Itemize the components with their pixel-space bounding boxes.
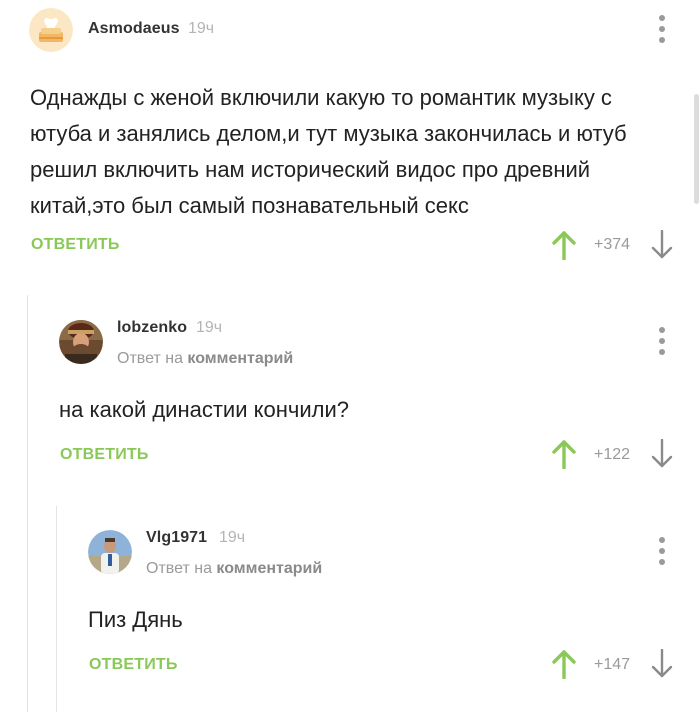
username[interactable]: Asmodaeus: [88, 20, 180, 38]
rating: +374: [593, 236, 631, 253]
reply-to-link[interactable]: комментарий: [216, 560, 322, 577]
more-options-icon[interactable]: [652, 536, 672, 566]
username[interactable]: lobzenko: [117, 319, 187, 337]
vote-down-arrow-icon[interactable]: [650, 230, 674, 260]
avatar[interactable]: [88, 530, 132, 574]
vote-up-arrow-icon[interactable]: [552, 649, 576, 679]
comment-text: Пиз Дянь: [88, 607, 183, 632]
comment-time: 19ч: [188, 20, 215, 37]
scrollbar[interactable]: [694, 94, 699, 204]
more-options-icon[interactable]: [652, 326, 672, 356]
comment-time: 19ч: [219, 529, 246, 546]
portrait-avatar-icon: [59, 320, 103, 364]
reply-to-prefix: Ответ на: [146, 560, 212, 577]
photo-avatar-icon: [88, 530, 132, 574]
vote-down-arrow-icon[interactable]: [650, 649, 674, 679]
username[interactable]: Vlg1971: [146, 529, 207, 547]
thread-line-level-1: [27, 295, 28, 712]
vote-down-arrow-icon[interactable]: [650, 439, 674, 469]
reply-to-link[interactable]: комментарий: [187, 350, 293, 367]
more-options-icon[interactable]: [652, 14, 672, 44]
rating: +147: [593, 656, 631, 673]
thread-line-level-2: [56, 506, 57, 712]
rating: +122: [593, 446, 631, 463]
avatar[interactable]: [59, 320, 103, 364]
comment-time: 19ч: [196, 319, 223, 336]
comments-page: Asmodaeus 19ч Однажды с женой включили к…: [0, 0, 700, 712]
reply-to-info: Ответ на комментарий: [117, 350, 293, 368]
vote-up-arrow-icon[interactable]: [552, 439, 576, 469]
cake-avatar-icon: [29, 8, 73, 52]
reply-button[interactable]: ОТВЕТИТЬ: [31, 236, 120, 254]
comment-text: Однажды с женой включили какую то романт…: [30, 85, 627, 218]
reply-button[interactable]: ОТВЕТИТЬ: [60, 446, 149, 464]
reply-button[interactable]: ОТВЕТИТЬ: [89, 656, 178, 674]
avatar[interactable]: [29, 8, 73, 52]
vote-up-arrow-icon[interactable]: [552, 230, 576, 260]
comment-text: на какой династии кончили?: [59, 397, 349, 422]
reply-to-prefix: Ответ на: [117, 350, 183, 367]
reply-to-info: Ответ на комментарий: [146, 560, 322, 578]
